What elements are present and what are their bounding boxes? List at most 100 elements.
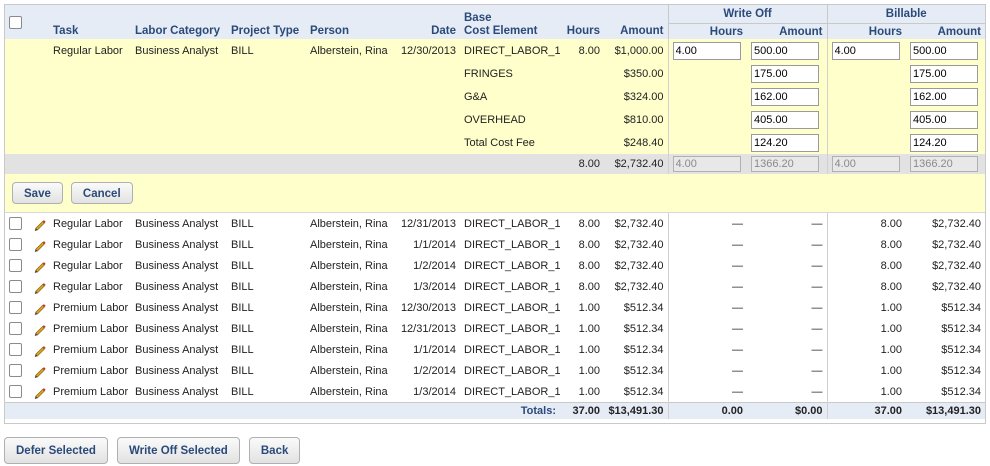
row-hours: 8.00 bbox=[560, 234, 604, 255]
pencil-icon[interactable] bbox=[33, 259, 47, 273]
row-billable-hours: 8.00 bbox=[826, 276, 906, 297]
billable-amount-input[interactable] bbox=[910, 110, 978, 129]
table-row: Premium Labor Business Analyst BILL Albe… bbox=[5, 381, 985, 403]
row-person: Alberstein, Rina bbox=[306, 339, 394, 360]
row-checkbox[interactable] bbox=[9, 301, 22, 314]
select-all-checkbox[interactable] bbox=[9, 15, 22, 29]
defer-selected-button[interactable]: Defer Selected bbox=[4, 437, 108, 464]
row-billable-amount: $512.34 bbox=[906, 360, 985, 381]
table-row: Regular Labor Business Analyst BILL Albe… bbox=[5, 234, 985, 255]
row-checkbox[interactable] bbox=[9, 343, 22, 356]
row-checkbox[interactable] bbox=[9, 364, 22, 377]
row-hours: 8.00 bbox=[560, 276, 604, 297]
row-amount: $512.34 bbox=[604, 381, 668, 403]
header-date: Date bbox=[394, 5, 460, 39]
pencil-icon[interactable] bbox=[33, 217, 47, 231]
edit-labor-category: Business Analyst bbox=[131, 39, 227, 62]
pencil-icon[interactable] bbox=[33, 238, 47, 252]
row-task: Premium Labor bbox=[49, 339, 131, 360]
row-write-off-amount: — bbox=[747, 381, 827, 403]
pencil-icon[interactable] bbox=[33, 343, 47, 357]
write-off-selected-button[interactable]: Write Off Selected bbox=[116, 437, 240, 464]
pencil-icon[interactable] bbox=[33, 280, 47, 294]
row-date: 1/2/2014 bbox=[394, 360, 460, 381]
footer-actions: Defer Selected Write Off Selected Back bbox=[4, 437, 306, 464]
edit-project-type: BILL bbox=[227, 39, 306, 62]
billable-amount-input[interactable] bbox=[910, 87, 978, 106]
row-checkbox[interactable] bbox=[9, 238, 22, 251]
edit-summary-amount: $2,732.40 bbox=[604, 154, 668, 174]
row-amount: $512.34 bbox=[604, 339, 668, 360]
row-write-off-hours: — bbox=[667, 255, 747, 276]
row-person: Alberstein, Rina bbox=[306, 360, 394, 381]
write-off-hours-total bbox=[672, 156, 741, 172]
row-hours: 1.00 bbox=[560, 297, 604, 318]
edit-summary-row: 8.00 $2,732.40 bbox=[5, 154, 985, 174]
write-off-amount-input[interactable] bbox=[751, 110, 819, 129]
row-cost-element: DIRECT_LABOR_1 bbox=[460, 339, 560, 360]
row-billable-hours: 1.00 bbox=[826, 339, 906, 360]
save-button[interactable]: Save bbox=[12, 182, 63, 204]
cancel-button[interactable]: Cancel bbox=[70, 182, 133, 204]
billable-amount-input[interactable] bbox=[910, 64, 978, 83]
row-amount: $2,732.40 bbox=[604, 212, 668, 234]
row-checkbox[interactable] bbox=[9, 385, 22, 398]
row-task: Regular Labor bbox=[49, 276, 131, 297]
edit-amount: $810.00 bbox=[604, 108, 668, 131]
pencil-icon[interactable] bbox=[33, 385, 47, 399]
row-hours: 1.00 bbox=[560, 339, 604, 360]
header-task: Task bbox=[49, 5, 131, 39]
row-amount: $2,732.40 bbox=[604, 276, 668, 297]
row-billable-hours: 8.00 bbox=[826, 212, 906, 234]
write-off-hours-input[interactable] bbox=[672, 41, 741, 60]
totals-row: Totals: 37.00 $13,491.30 0.00 $0.00 37.0… bbox=[5, 402, 985, 419]
header-write-off: Write Off bbox=[667, 5, 827, 24]
header-cost-element-line2: Cost Element bbox=[460, 23, 560, 39]
table-row: Premium Labor Business Analyst BILL Albe… bbox=[5, 297, 985, 318]
row-billable-hours: 1.00 bbox=[826, 360, 906, 381]
row-billable-amount: $512.34 bbox=[906, 318, 985, 339]
row-checkbox[interactable] bbox=[9, 217, 22, 230]
row-checkbox[interactable] bbox=[9, 259, 22, 272]
write-off-amount-input[interactable] bbox=[751, 133, 819, 152]
write-off-amount-input[interactable] bbox=[751, 64, 819, 83]
row-billable-amount: $2,732.40 bbox=[906, 212, 985, 234]
edit-amount: $350.00 bbox=[604, 62, 668, 85]
row-project-type: BILL bbox=[227, 297, 306, 318]
write-off-amount-input[interactable] bbox=[751, 41, 819, 60]
row-write-off-hours: — bbox=[667, 297, 747, 318]
row-labor-category: Business Analyst bbox=[131, 318, 227, 339]
row-checkbox[interactable] bbox=[9, 322, 22, 335]
row-cost-element: DIRECT_LABOR_1 bbox=[460, 276, 560, 297]
edit-amount: $248.40 bbox=[604, 131, 668, 154]
pencil-icon[interactable] bbox=[33, 322, 47, 336]
row-project-type: BILL bbox=[227, 339, 306, 360]
billable-hours-input[interactable] bbox=[831, 41, 900, 60]
row-person: Alberstein, Rina bbox=[306, 234, 394, 255]
billable-amount-input[interactable] bbox=[910, 41, 978, 60]
row-labor-category: Business Analyst bbox=[131, 381, 227, 403]
edit-sub-row: FRINGES $350.00 bbox=[5, 62, 985, 85]
header-amount: Amount bbox=[604, 5, 668, 39]
row-write-off-amount: — bbox=[747, 339, 827, 360]
pencil-icon[interactable] bbox=[33, 301, 47, 315]
row-amount: $512.34 bbox=[604, 318, 668, 339]
edit-cost-element: G&A bbox=[460, 85, 560, 108]
row-write-off-hours: — bbox=[667, 360, 747, 381]
row-billable-amount: $512.34 bbox=[906, 297, 985, 318]
billable-amount-input[interactable] bbox=[910, 133, 978, 152]
pencil-icon[interactable] bbox=[33, 364, 47, 378]
row-checkbox[interactable] bbox=[9, 280, 22, 293]
back-button[interactable]: Back bbox=[248, 437, 301, 464]
row-amount: $512.34 bbox=[604, 360, 668, 381]
edit-hours bbox=[560, 108, 604, 131]
row-write-off-hours: — bbox=[667, 234, 747, 255]
row-date: 1/1/2014 bbox=[394, 339, 460, 360]
row-project-type: BILL bbox=[227, 318, 306, 339]
write-off-amount-input[interactable] bbox=[751, 87, 819, 106]
row-task: Premium Labor bbox=[49, 318, 131, 339]
edit-amount: $1,000.00 bbox=[604, 39, 668, 62]
row-cost-element: DIRECT_LABOR_1 bbox=[460, 212, 560, 234]
row-cost-element: DIRECT_LABOR_1 bbox=[460, 297, 560, 318]
row-person: Alberstein, Rina bbox=[306, 318, 394, 339]
